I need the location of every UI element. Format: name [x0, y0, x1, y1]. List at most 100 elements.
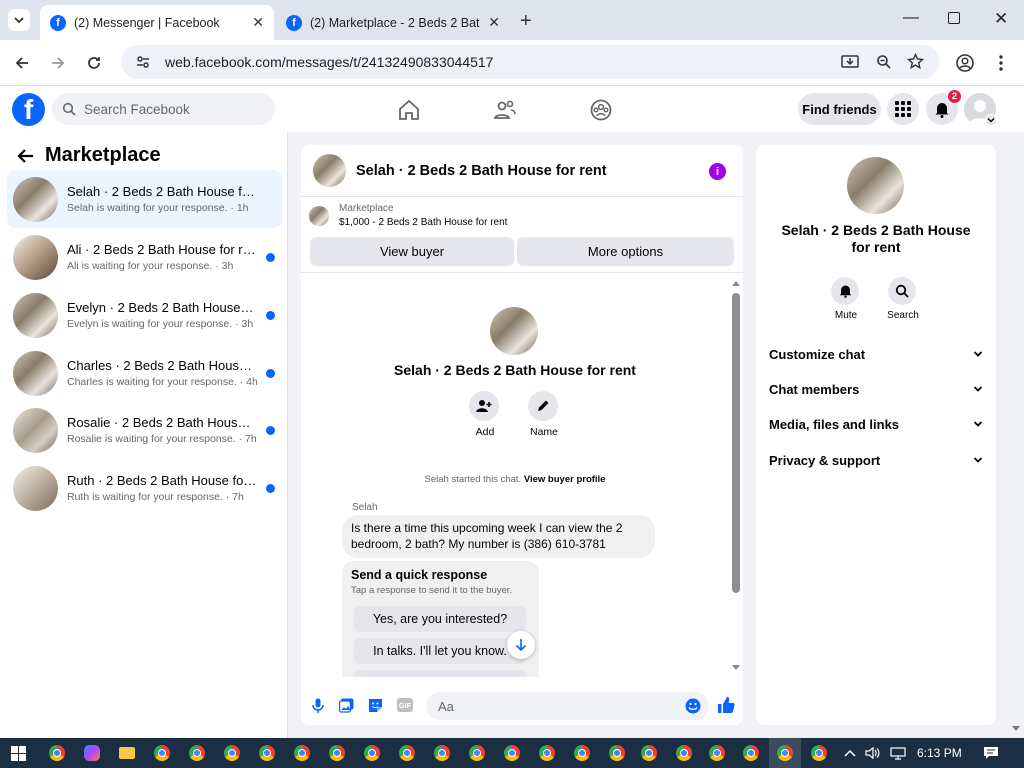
chrome-icon[interactable]: [811, 745, 827, 761]
windows-start-icon[interactable]: [11, 746, 26, 761]
quick-response-button[interactable]: [354, 670, 526, 677]
chrome-icon[interactable]: [709, 745, 725, 761]
photo-icon[interactable]: [339, 698, 354, 713]
conversation-item[interactable]: Rosalie · 2 Beds 2 Bath House for... Rosa…: [7, 401, 282, 459]
conversation-item[interactable]: Evelyn · 2 Beds 2 Bath House for ... Evel…: [7, 286, 282, 344]
speaker-icon[interactable]: [865, 746, 881, 760]
chrome-icon[interactable]: [329, 745, 345, 761]
chrome-icon[interactable]: [294, 745, 310, 761]
conversation-item[interactable]: Ali · 2 Beds 2 Bath House for rent Ali is…: [7, 228, 282, 286]
gif-icon[interactable]: GIF: [397, 698, 413, 712]
zoom-icon[interactable]: [876, 54, 892, 70]
chrome-icon[interactable]: [676, 745, 692, 761]
chrome-icon[interactable]: [364, 745, 380, 761]
back-button[interactable]: [9, 50, 35, 76]
chrome-icon[interactable]: [777, 745, 793, 761]
close-window-button[interactable]: ✕: [994, 9, 1008, 29]
conversation-item[interactable]: Selah · 2 Beds 2 Bath House for rent Sela…: [7, 170, 282, 228]
copilot-icon[interactable]: [84, 745, 100, 761]
sticker-icon[interactable]: [368, 698, 383, 713]
restore-button[interactable]: [948, 12, 960, 24]
clock-time[interactable]: 6:13 PM: [917, 746, 962, 760]
file-explorer-icon[interactable]: [119, 747, 135, 759]
privacy-support-section[interactable]: Privacy & support: [769, 450, 983, 470]
minimize-button[interactable]: —: [903, 9, 919, 27]
chrome-icon[interactable]: [469, 745, 485, 761]
chrome-icon[interactable]: [189, 745, 205, 761]
chrome-icon[interactable]: [49, 745, 65, 761]
account-chevron-icon[interactable]: [985, 114, 997, 126]
info-icon[interactable]: i: [709, 163, 726, 180]
scrollbar[interactable]: [729, 277, 743, 677]
thumbs-up-icon[interactable]: [717, 696, 735, 714]
page-scroll-down-arrow[interactable]: [1012, 726, 1020, 731]
arrow-left-icon: [15, 57, 28, 69]
facebook-logo-icon[interactable]: f: [12, 93, 45, 126]
chat-members-section[interactable]: Chat members: [769, 379, 983, 399]
mute-button[interactable]: Mute: [831, 277, 861, 321]
search-in-chat-button[interactable]: Search: [887, 277, 919, 321]
facebook-search-input[interactable]: Search Facebook: [52, 93, 275, 125]
chrome-icon[interactable]: [743, 745, 759, 761]
chevron-up-icon[interactable]: [844, 749, 856, 757]
reload-button[interactable]: [81, 50, 107, 76]
name-button[interactable]: Name: [528, 391, 560, 438]
network-icon[interactable]: [890, 746, 906, 760]
notification-center-icon[interactable]: [983, 746, 999, 760]
view-buyer-profile-link[interactable]: View buyer profile: [524, 474, 606, 485]
chrome-icon[interactable]: [259, 745, 275, 761]
notification-badge: 2: [947, 89, 962, 104]
friends-icon[interactable]: [493, 99, 517, 121]
back-arrow-icon[interactable]: [16, 148, 34, 164]
bookmark-star-icon[interactable]: [907, 53, 924, 70]
chrome-icon[interactable]: [574, 745, 590, 761]
quick-response-button[interactable]: In talks. I'll let you know.: [354, 638, 526, 664]
add-button[interactable]: Add: [469, 391, 501, 438]
chrome-icon[interactable]: [434, 745, 450, 761]
microphone-icon[interactable]: [312, 698, 324, 714]
groups-icon[interactable]: [589, 99, 613, 121]
scrollbar-thumb[interactable]: [732, 293, 740, 593]
scroll-to-bottom-button[interactable]: [507, 631, 535, 659]
media-files-links-section[interactable]: Media, files and links: [769, 414, 983, 434]
search-icon: [62, 102, 76, 116]
chrome-icon[interactable]: [399, 745, 415, 761]
intro-title: Selah · 2 Beds 2 Bath House for rent: [394, 362, 636, 378]
emoji-icon[interactable]: [685, 698, 701, 714]
chrome-icon[interactable]: [609, 745, 625, 761]
forward-button[interactable]: [45, 50, 71, 76]
chrome-icon[interactable]: [641, 745, 657, 761]
chrome-icon[interactable]: [504, 745, 520, 761]
bell-icon: [839, 285, 851, 298]
menu-button[interactable]: [887, 93, 919, 125]
conversation-item[interactable]: Charles · 2 Beds 2 Bath House fo... Charl…: [7, 344, 282, 402]
quick-response-button[interactable]: Yes, are you interested?: [354, 606, 526, 632]
chrome-icon[interactable]: [154, 745, 170, 761]
site-info-icon[interactable]: [135, 54, 151, 70]
close-tab-icon[interactable]: ✕: [488, 14, 500, 31]
profile-icon[interactable]: [956, 54, 974, 72]
close-tab-icon[interactable]: ✕: [252, 14, 264, 31]
listing-thumbnail: [13, 465, 58, 511]
install-app-icon[interactable]: [841, 54, 859, 70]
listing-summary[interactable]: Marketplace $1,000 - 2 Beds 2 Bath House…: [309, 203, 507, 228]
message-bubble[interactable]: Is there a time this upcoming week I can…: [342, 515, 655, 558]
browser-menu-icon[interactable]: [998, 54, 1004, 72]
new-tab-button[interactable]: +: [520, 10, 532, 33]
chrome-icon[interactable]: [539, 745, 555, 761]
find-friends-button[interactable]: Find friends: [798, 93, 881, 125]
customize-chat-section[interactable]: Customize chat: [769, 344, 983, 364]
tab-marketplace[interactable]: f (2) Marketplace - 2 Beds 2 Bath ✕: [276, 5, 510, 40]
tab-search-button[interactable]: [8, 9, 30, 31]
more-options-button[interactable]: More options: [517, 237, 734, 266]
chat-title[interactable]: Selah · 2 Beds 2 Bath House for rent: [356, 163, 607, 179]
home-icon[interactable]: [397, 99, 421, 121]
tab-messenger[interactable]: f (2) Messenger | Facebook ✕: [40, 5, 274, 40]
chrome-icon[interactable]: [224, 745, 240, 761]
message-input[interactable]: Aa: [426, 692, 709, 720]
view-buyer-button[interactable]: View buyer: [310, 237, 514, 266]
chat-avatar[interactable]: [313, 154, 346, 187]
conversation-item[interactable]: Ruth · 2 Beds 2 Bath House for r... Ruth …: [7, 459, 282, 517]
add-person-icon: [476, 400, 492, 412]
address-bar[interactable]: web.facebook.com/messages/t/241324908330…: [121, 45, 939, 79]
